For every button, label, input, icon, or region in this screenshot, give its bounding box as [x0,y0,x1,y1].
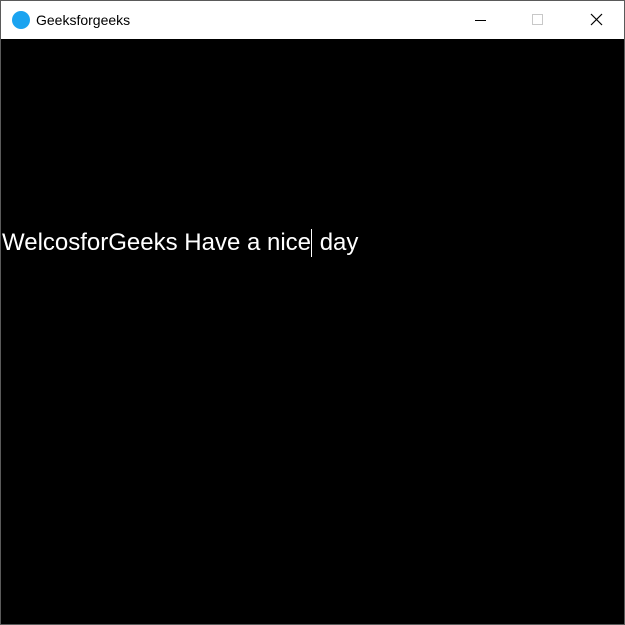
maximize-button[interactable] [515,1,561,39]
minimize-icon [475,20,486,21]
window-title: Geeksforgeeks [36,12,131,28]
text-caret [311,229,313,257]
app-window: Geeksforgeeks WelcosforGeeks Have a nice… [0,0,625,625]
maximize-icon [532,14,543,25]
minimize-button[interactable] [456,1,502,39]
text-canvas[interactable]: WelcosforGeeks Have a nice day [1,39,624,624]
close-icon [590,13,603,26]
close-button[interactable] [574,1,620,39]
canvas-text-line[interactable]: WelcosforGeeks Have a nice day [2,229,358,257]
text-after-caret: day [313,229,359,256]
app-circle-icon [12,11,30,29]
text-before-caret: WelcosforGeeks Have a nice [2,229,312,256]
title-bar[interactable]: Geeksforgeeks [1,1,624,39]
